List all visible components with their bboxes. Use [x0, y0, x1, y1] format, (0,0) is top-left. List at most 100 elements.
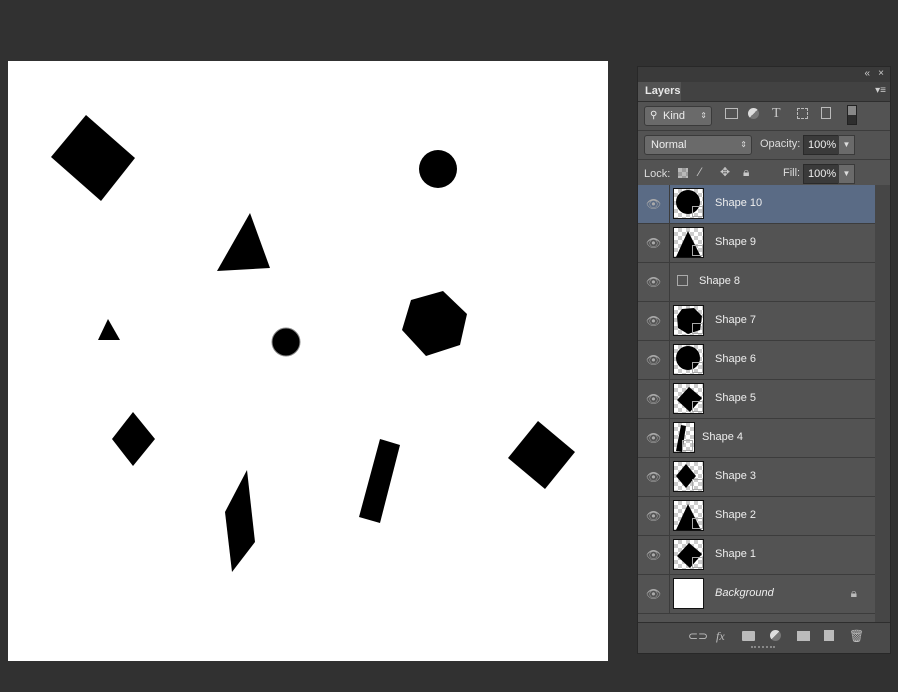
vector-mask-icon: [692, 479, 703, 490]
layer-row[interactable]: 👁︎ Shape 4: [638, 419, 875, 458]
layer-row[interactable]: 👁︎ Shape 6: [638, 341, 875, 380]
layer-thumbnail[interactable]: [673, 422, 695, 453]
panel-menu-icon[interactable]: ▾≡: [875, 85, 886, 96]
panel-title-bar[interactable]: « ×: [638, 67, 890, 82]
smart-object-filter-icon[interactable]: [821, 107, 831, 119]
layer-thumbnail[interactable]: [673, 578, 704, 609]
visibility-eye-icon[interactable]: 👁︎: [646, 314, 661, 328]
layer-thumbnail[interactable]: [673, 227, 704, 258]
layer-thumbnail[interactable]: [673, 461, 704, 492]
layer-thumbnail[interactable]: [673, 188, 704, 219]
layer-row[interactable]: 👁︎ Background 🔒︎: [638, 575, 875, 614]
layer-list-scrollbar[interactable]: [875, 185, 890, 622]
layer-name[interactable]: Shape 7: [715, 314, 756, 326]
filter-row: ⚲ Kind ⇕ T: [638, 102, 890, 131]
opacity-label: Opacity:: [760, 138, 801, 150]
layer-row[interactable]: 👁︎ Shape 10: [638, 185, 875, 224]
visibility-eye-icon[interactable]: 👁︎: [646, 509, 661, 523]
fill-dropdown-button[interactable]: ▼: [838, 164, 855, 184]
column-divider: [669, 536, 670, 574]
layer-name[interactable]: Shape 4: [702, 431, 743, 443]
parallelogram[interactable]: [225, 470, 255, 572]
panel-resize-grip[interactable]: [751, 646, 775, 651]
hexagon[interactable]: [402, 291, 467, 356]
blend-row: Normal ⇕ Opacity: 100% ▼: [638, 131, 890, 160]
layer-row[interactable]: 👁︎ Shape 3: [638, 458, 875, 497]
shape-filter-icon[interactable]: [797, 108, 808, 119]
filter-kind-select[interactable]: ⚲ Kind ⇕: [644, 106, 712, 126]
fx-icon[interactable]: fx: [716, 629, 725, 644]
layer-list: 👁︎ Shape 10 👁︎ Shape 9 👁︎ Shape 8 👁︎ Shape 7 👁︎ S…: [638, 185, 875, 622]
layer-name[interactable]: Shape 1: [715, 548, 756, 560]
layer-thumbnail[interactable]: [673, 305, 704, 336]
lock-brush-icon[interactable]: ⁄: [699, 165, 701, 179]
visibility-eye-icon[interactable]: 👁︎: [646, 197, 661, 211]
visibility-eye-icon[interactable]: 👁︎: [646, 470, 661, 484]
visibility-eye-icon[interactable]: 👁︎: [646, 431, 661, 445]
collapse-icon[interactable]: «: [864, 68, 870, 79]
layer-name[interactable]: Shape 9: [715, 236, 756, 248]
circle-top-right[interactable]: [419, 150, 457, 188]
layer-row[interactable]: 👁︎ Shape 7: [638, 302, 875, 341]
rectangle[interactable]: [359, 439, 400, 523]
lock-all-icon[interactable]: 🔒︎: [743, 165, 749, 180]
layer-thumbnail[interactable]: [673, 539, 704, 570]
layer-name[interactable]: Shape 10: [715, 197, 762, 209]
blend-mode-select[interactable]: Normal ⇕: [644, 135, 752, 155]
close-icon[interactable]: ×: [878, 68, 884, 79]
filter-toggle-switch[interactable]: [847, 105, 857, 125]
visibility-eye-icon[interactable]: 👁︎: [646, 587, 661, 601]
layer-name[interactable]: Shape 8: [699, 275, 740, 287]
tab-layers[interactable]: Layers: [638, 82, 681, 101]
small-triangle[interactable]: [98, 319, 120, 340]
layer-row[interactable]: 👁︎ Shape 1: [638, 536, 875, 575]
layer-thumbnail[interactable]: [673, 383, 704, 414]
layer-name[interactable]: Shape 3: [715, 470, 756, 482]
updown-icon: ⇕: [700, 111, 707, 120]
vector-mask-icon: [692, 557, 703, 568]
square-right[interactable]: [508, 421, 575, 489]
layer-row[interactable]: 👁︎ Shape 8: [638, 263, 875, 302]
column-divider: [669, 458, 670, 496]
layer-thumbnail[interactable]: [673, 500, 704, 531]
column-divider: [669, 341, 670, 379]
column-divider: [669, 575, 670, 613]
visibility-eye-icon[interactable]: 👁︎: [646, 548, 661, 562]
layer-row[interactable]: 👁︎ Shape 5: [638, 380, 875, 419]
square-top-left[interactable]: [51, 115, 135, 201]
adjustment-filter-icon[interactable]: [748, 108, 759, 119]
opacity-input[interactable]: 100%: [803, 135, 839, 155]
type-filter-icon[interactable]: T: [772, 106, 781, 122]
visibility-eye-icon[interactable]: 👁︎: [646, 392, 661, 406]
layer-name[interactable]: Background: [715, 587, 774, 599]
new-layer-icon[interactable]: [824, 630, 834, 641]
opacity-dropdown-button[interactable]: ▼: [838, 135, 855, 155]
triangle-top[interactable]: [217, 213, 270, 271]
lock-transparent-icon[interactable]: [678, 168, 688, 178]
diamond[interactable]: [112, 412, 155, 466]
visibility-eye-icon[interactable]: 👁︎: [646, 353, 661, 367]
lock-move-icon[interactable]: ✥: [720, 165, 730, 179]
column-divider: [669, 302, 670, 340]
add-mask-icon[interactable]: [742, 631, 755, 641]
link-layers-icon[interactable]: ⊂⊃: [688, 629, 708, 643]
adjustment-layer-icon[interactable]: [770, 630, 781, 641]
layer-name[interactable]: Shape 2: [715, 509, 756, 521]
layer-row[interactable]: 👁︎ Shape 9: [638, 224, 875, 263]
fill-input[interactable]: 100%: [803, 164, 839, 184]
small-circle[interactable]: [271, 327, 301, 357]
layer-row[interactable]: 👁︎ Shape 2: [638, 497, 875, 536]
visibility-eye-icon[interactable]: 👁︎: [646, 275, 661, 289]
visibility-eye-icon[interactable]: 👁︎: [646, 236, 661, 250]
search-icon: ⚲: [650, 110, 658, 121]
new-group-icon[interactable]: [797, 631, 810, 641]
image-filter-icon[interactable]: [725, 108, 738, 119]
layer-name[interactable]: Shape 6: [715, 353, 756, 365]
layer-thumbnail[interactable]: [673, 266, 689, 297]
vector-mask-icon: [692, 518, 703, 529]
column-divider: [669, 497, 670, 535]
layer-thumbnail[interactable]: [673, 344, 704, 375]
document-canvas[interactable]: [8, 61, 608, 661]
layer-name[interactable]: Shape 5: [715, 392, 756, 404]
delete-layer-icon[interactable]: 🗑︎: [849, 629, 864, 643]
